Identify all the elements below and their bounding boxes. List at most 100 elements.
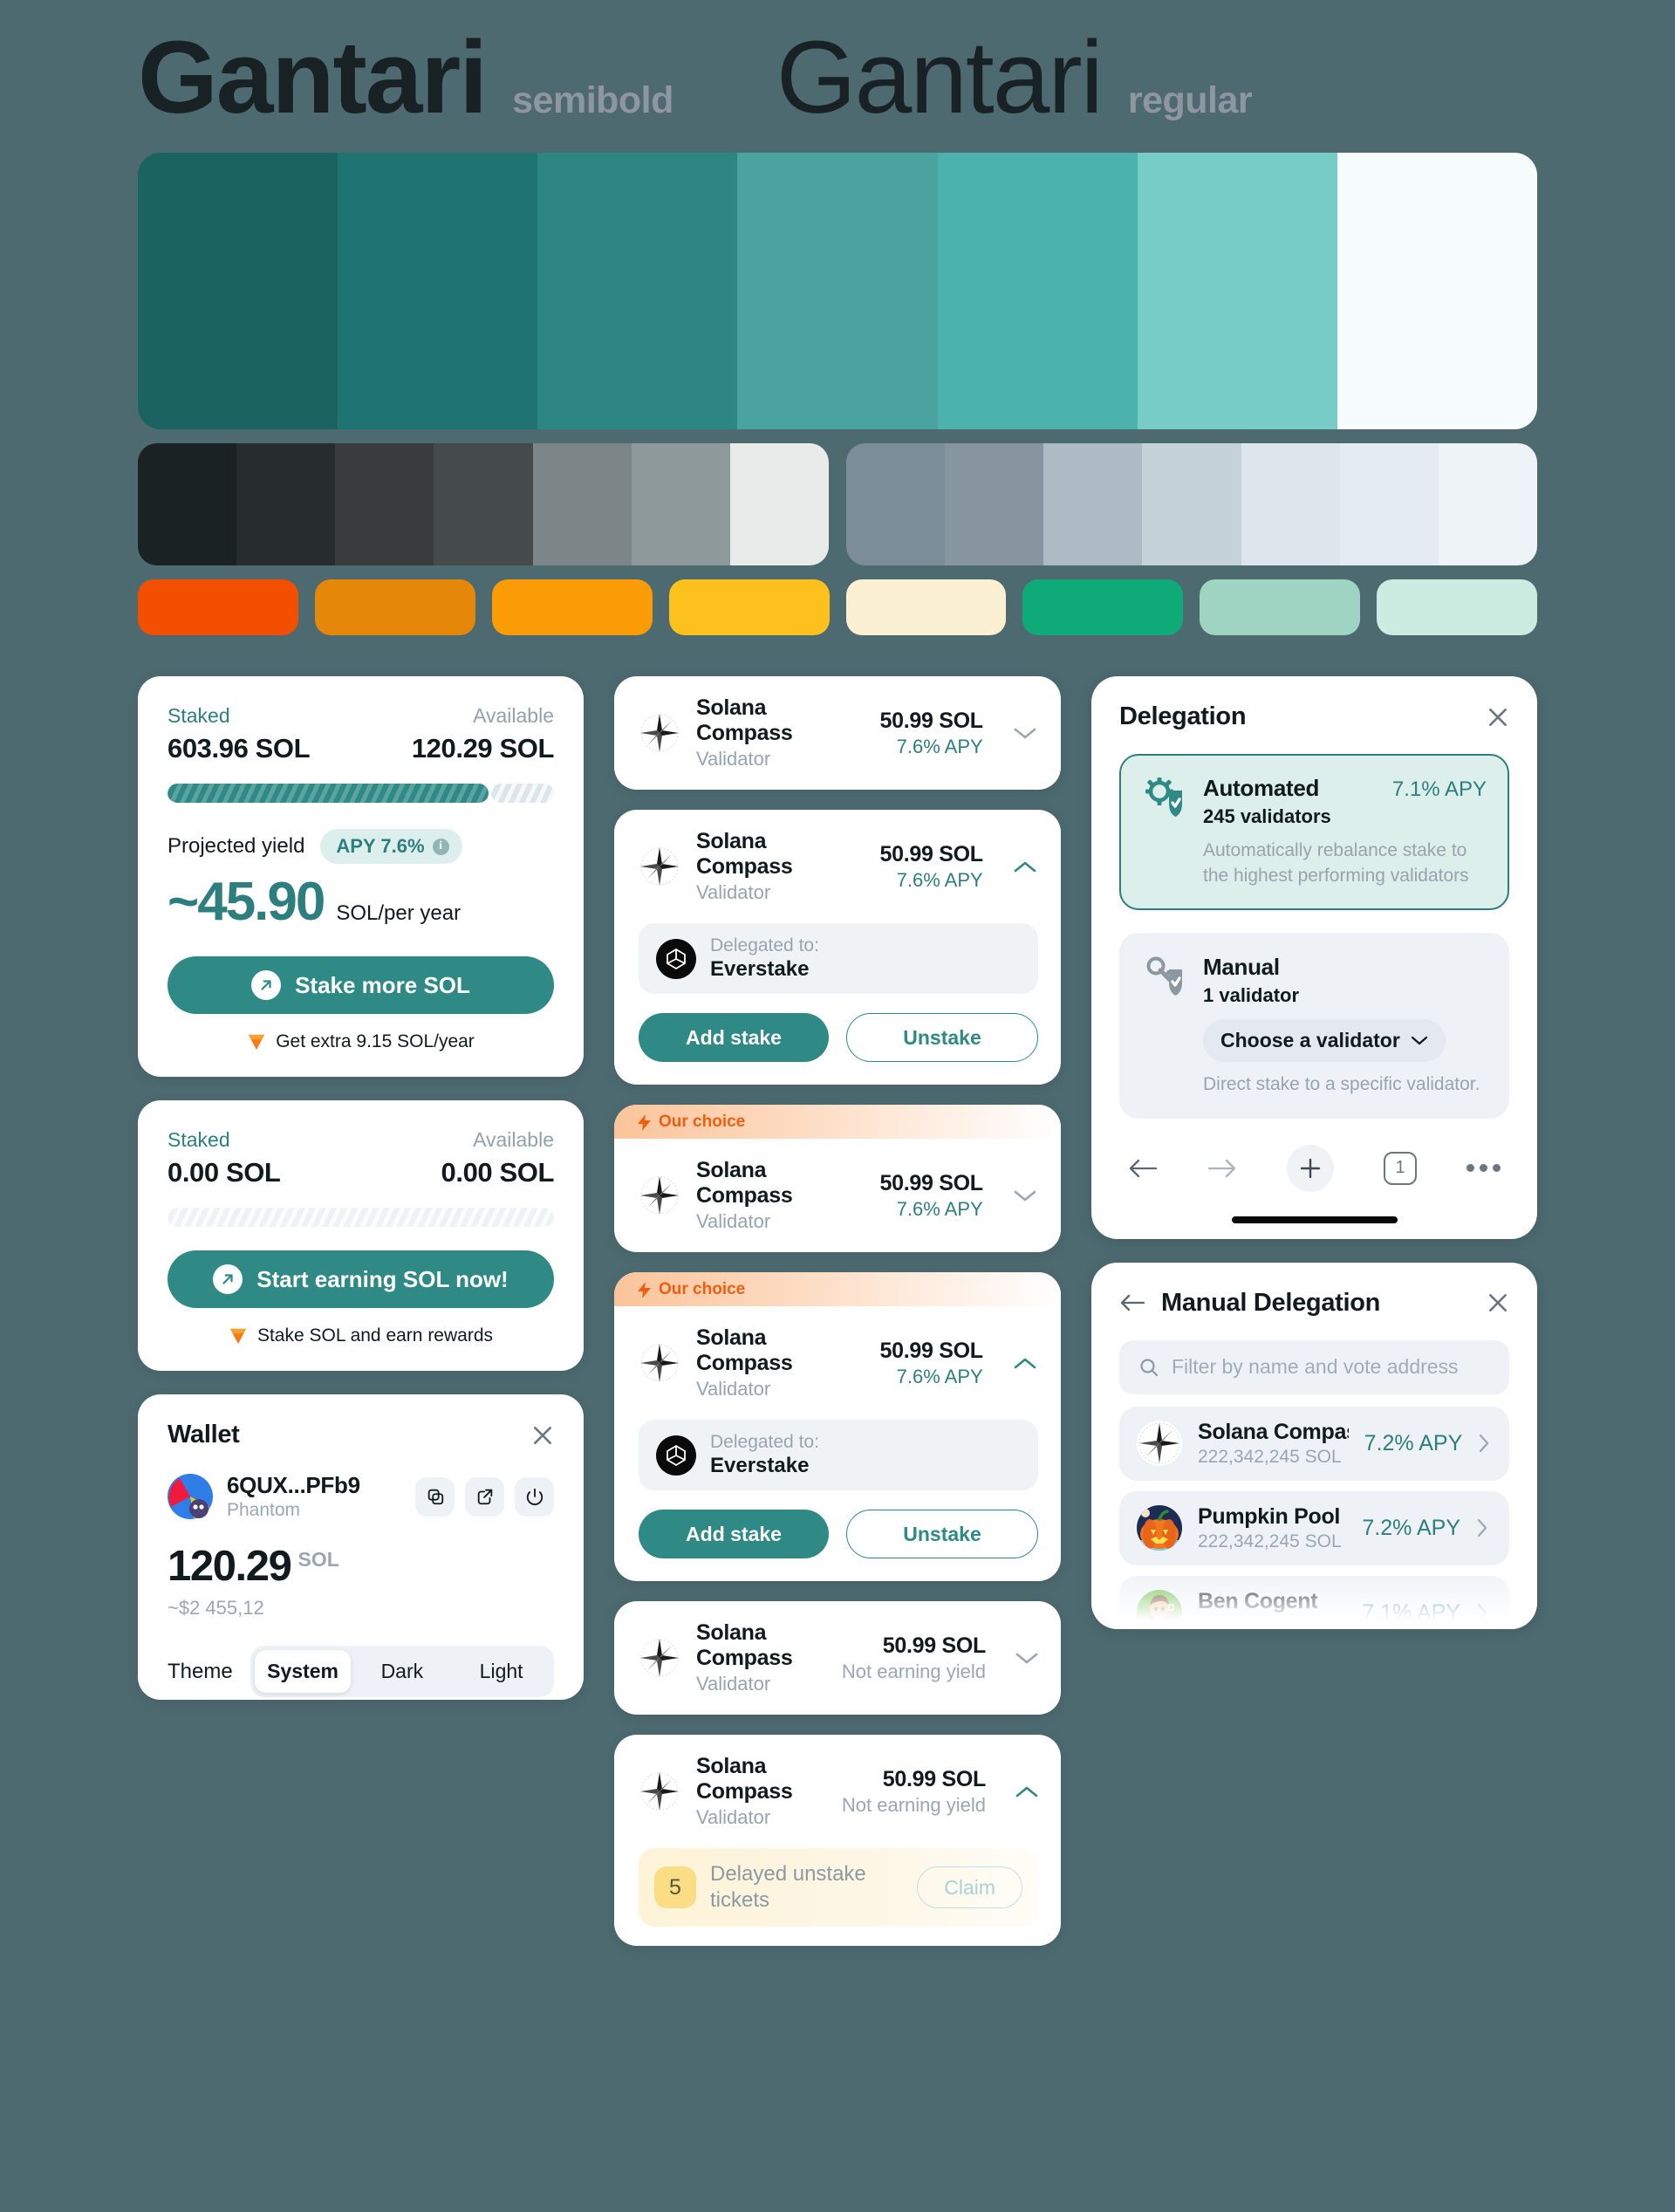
validator-list-name: Ben Cogent xyxy=(1198,1588,1318,1613)
validator-apy: 7.6% APY xyxy=(896,868,983,891)
compass-icon xyxy=(639,846,680,887)
chevron-down-icon[interactable] xyxy=(1013,727,1038,740)
automated-validator-count: 245 validators xyxy=(1203,805,1331,827)
validator-apy: 7.6% APY xyxy=(896,1197,983,1220)
wallet-account-name: 6QUX...PFb9 xyxy=(227,1472,360,1498)
validator-card[interactable]: Solana Compass Validator 50.99 SOL 7.6% … xyxy=(614,676,1061,790)
validator-role: Validator xyxy=(696,881,771,903)
accent-swatch xyxy=(138,579,298,635)
wallet-fiat-value: ~$2 455,12 xyxy=(168,1597,264,1619)
chevron-right-icon[interactable] xyxy=(1476,1517,1492,1538)
staked-label: Staked xyxy=(168,1128,230,1151)
accent-swatch xyxy=(668,579,830,635)
delegated-to-row: Delegated to: Everstake xyxy=(639,923,1038,994)
chevron-down-icon xyxy=(1411,1037,1427,1045)
chevron-up-icon[interactable] xyxy=(1013,860,1038,873)
theme-label: Theme xyxy=(168,1659,233,1683)
claim-button[interactable]: Claim xyxy=(917,1866,1022,1908)
validator-list-apy: 7.2% APY xyxy=(1364,1430,1463,1455)
stake-summary-card: Staked Available 603.96 SOL 120.29 SOL P… xyxy=(138,676,584,1077)
validator-card-no-yield[interactable]: Solana Compass Validator 50.99 SOL Not e… xyxy=(614,1601,1061,1715)
validator-list-stake: 222,342,245 SOL xyxy=(1198,1615,1342,1629)
search-input[interactable] xyxy=(1172,1355,1490,1380)
projected-yield-value: ~45.90 xyxy=(168,872,325,932)
validator-name: Solana Compass xyxy=(696,1325,793,1375)
unstake-button[interactable]: Unstake xyxy=(846,1510,1038,1558)
validator-amount: 50.99 SOL xyxy=(882,1766,987,1791)
delegated-validator-name: Everstake xyxy=(710,1454,810,1477)
validator-card-our-choice[interactable]: Our choice Solana Compass Validator 50.9… xyxy=(614,1105,1061,1252)
delegation-option-manual[interactable]: Manual 1 validator Choose a validator Di… xyxy=(1119,932,1509,1119)
light-gray-swatch xyxy=(1339,443,1439,565)
chevron-down-icon[interactable] xyxy=(1013,1189,1038,1202)
add-stake-button[interactable]: Add stake xyxy=(639,1510,829,1558)
arrow-up-right-icon xyxy=(251,970,282,1000)
teal-swatch xyxy=(937,153,1138,429)
add-stake-button[interactable]: Add stake xyxy=(639,1013,829,1062)
validator-list-item[interactable]: 10 Ben Cogent 222,342,245 SOL 7.1% APY xyxy=(1119,1575,1509,1629)
our-choice-label: Our choice xyxy=(659,1280,746,1298)
dark-gray-swatch-row xyxy=(138,443,829,565)
chevron-up-icon[interactable] xyxy=(1015,1785,1038,1798)
validator-list: Solana Compass222,342,245 SOL7.2% APY Pum… xyxy=(1119,1406,1509,1629)
forward-arrow-icon[interactable] xyxy=(1207,1157,1237,1180)
chevron-right-icon[interactable] xyxy=(1476,1602,1492,1623)
unstake-button[interactable]: Unstake xyxy=(846,1013,1038,1062)
delegation-panel-title: Delegation xyxy=(1119,702,1247,730)
font-specimen-semibold: Gantari semibold xyxy=(138,19,673,138)
plus-icon[interactable] xyxy=(1287,1144,1334,1192)
power-icon[interactable] xyxy=(515,1476,554,1517)
theme-option-dark[interactable]: Dark xyxy=(353,1650,450,1693)
validator-amount: 50.99 SOL xyxy=(882,1633,987,1658)
chevron-up-icon[interactable] xyxy=(1013,1357,1038,1370)
validator-list-item[interactable]: Pumpkin Pool 222,342,245 SOL 7.2% APY xyxy=(1119,1490,1509,1565)
chevron-right-icon[interactable] xyxy=(1478,1433,1492,1454)
dark-gray-swatch xyxy=(729,443,829,565)
tab-count-badge[interactable]: 1 xyxy=(1384,1151,1417,1185)
close-icon[interactable] xyxy=(531,1424,554,1447)
stake-more-button[interactable]: Stake more SOL xyxy=(168,956,554,1014)
font-family-name: Gantari xyxy=(138,20,488,135)
info-icon[interactable]: i xyxy=(432,838,449,855)
close-icon[interactable] xyxy=(1487,706,1509,729)
choose-validator-dropdown[interactable]: Choose a validator xyxy=(1203,1018,1446,1062)
left-column: Staked Available 603.96 SOL 120.29 SOL P… xyxy=(138,676,584,1700)
more-icon[interactable] xyxy=(1466,1164,1501,1173)
wallet-card: Wallet 6QUX...PFb9 Phantom 120.29 SOL ~$… xyxy=(138,1394,584,1700)
close-icon[interactable] xyxy=(1487,1291,1509,1314)
external-link-icon[interactable] xyxy=(465,1476,504,1517)
stake-footnote-text: Get extra 9.15 SOL/year xyxy=(276,1031,475,1051)
theme-option-light[interactable]: Light xyxy=(453,1650,550,1693)
validator-apy: Not earning yield xyxy=(841,1660,986,1682)
validator-search-box[interactable] xyxy=(1119,1339,1509,1394)
automated-shield-icon xyxy=(1142,775,1187,820)
validator-card-expanded[interactable]: Solana Compass Validator 50.99 SOL 7.6% … xyxy=(614,810,1061,1085)
back-arrow-icon[interactable] xyxy=(1119,1292,1145,1313)
validator-list-item[interactable]: Solana Compass222,342,245 SOL 7.2% APY xyxy=(1119,1406,1509,1481)
gem-icon xyxy=(249,1034,265,1051)
stake-empty-footnote: Stake SOL and earn rewards xyxy=(168,1325,554,1346)
chevron-down-icon[interactable] xyxy=(1015,1652,1038,1665)
compass-icon xyxy=(639,712,680,754)
available-label: Available xyxy=(473,704,554,727)
theme-segmented-control[interactable]: System Dark Light xyxy=(250,1646,554,1697)
validator-amount: 50.99 SOL xyxy=(879,841,984,866)
start-earning-button[interactable]: Start earning SOL now! xyxy=(168,1250,554,1308)
stake-progress-bar xyxy=(168,784,554,803)
validator-cards-column: Solana Compass Validator 50.99 SOL 7.6% … xyxy=(614,676,1061,1946)
delayed-ticket-count: 5 xyxy=(654,1866,696,1908)
apy-badge[interactable]: APY 7.6% i xyxy=(320,829,462,864)
font-weight-label: regular xyxy=(1127,79,1253,121)
validator-list-name: Pumpkin Pool xyxy=(1198,1503,1341,1529)
dark-gray-swatch xyxy=(532,443,632,565)
validator-name: Solana Compass xyxy=(696,829,793,879)
delegation-option-automated[interactable]: Automated 7.1% APY 245 validators Automa… xyxy=(1119,754,1509,910)
theme-option-system[interactable]: System xyxy=(254,1650,352,1693)
dark-gray-swatch xyxy=(335,443,434,565)
staked-amount: 603.96 SOL xyxy=(168,733,311,764)
validator-card-delayed-unstake[interactable]: Solana Compass Validator 50.99 SOL Not e… xyxy=(614,1735,1061,1946)
accent-swatch xyxy=(1022,579,1184,635)
validator-card-our-choice-expanded[interactable]: Our choice Solana Compass Validator 50.9… xyxy=(614,1272,1061,1581)
back-arrow-icon[interactable] xyxy=(1128,1157,1158,1180)
copy-icon[interactable] xyxy=(415,1476,455,1517)
